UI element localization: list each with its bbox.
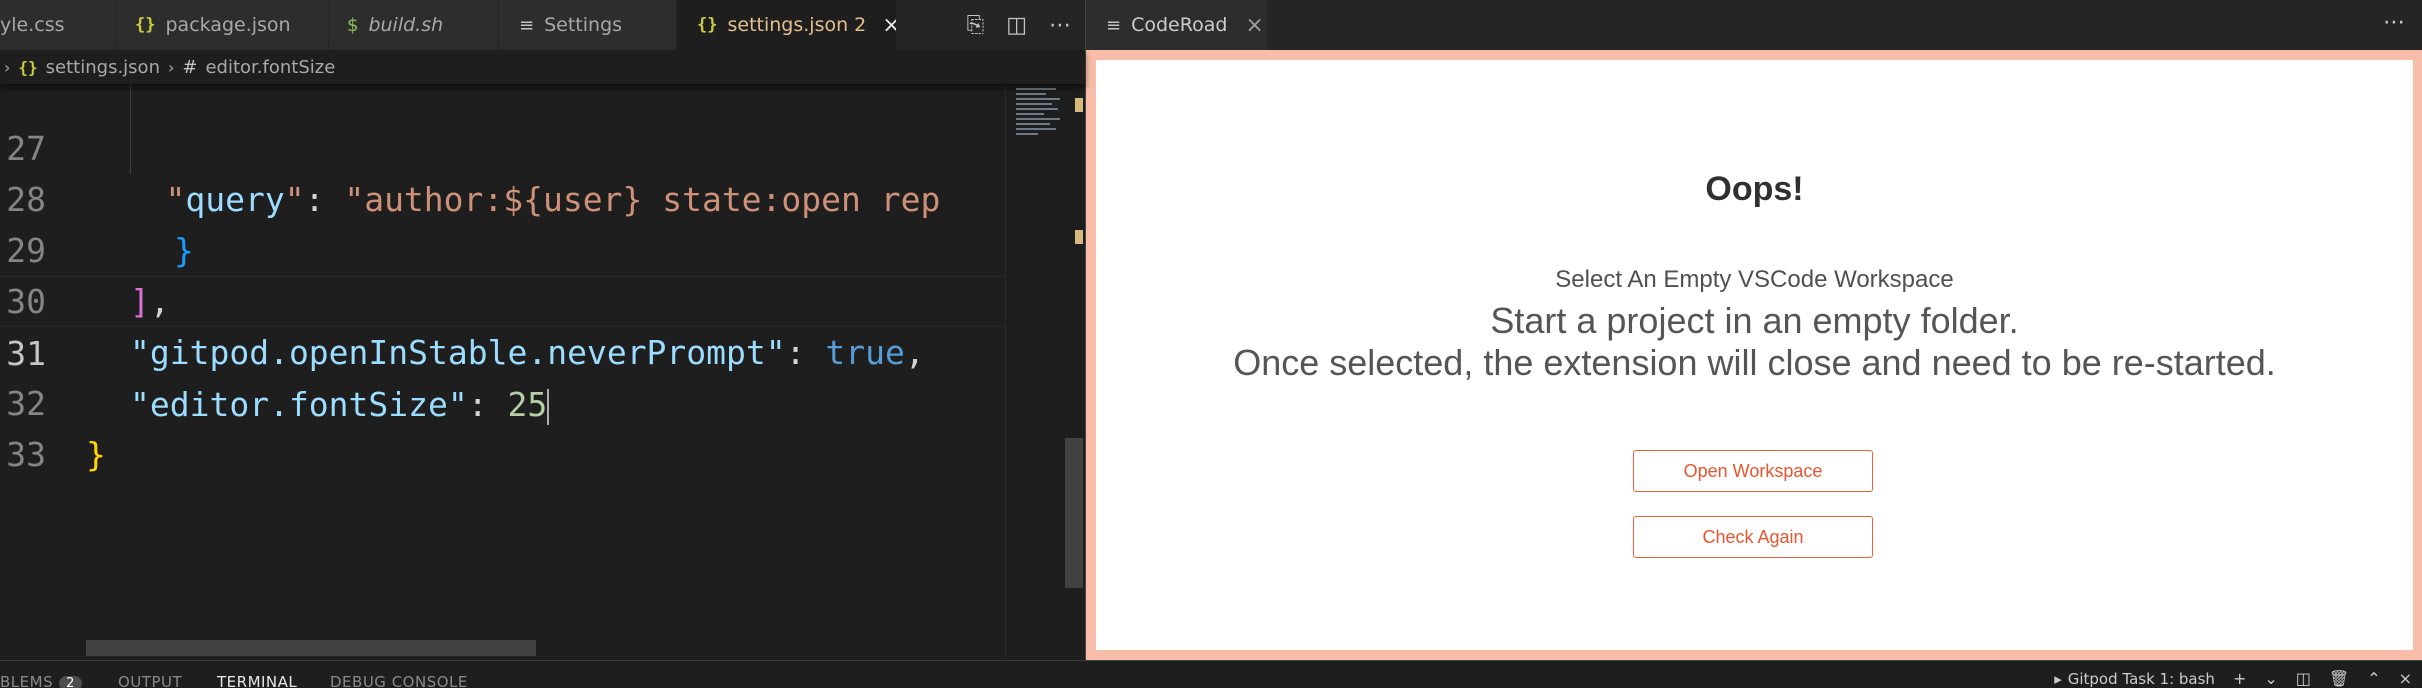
json-file-icon: {} [18, 57, 38, 77]
code-line: 27 "query": "author:${user} state:open r… [0, 84, 1005, 219]
hash-icon: # [182, 56, 198, 78]
left-editor-group: yle.css {} package.json $ build.sh ≡ Set… [0, 0, 1085, 660]
split-editor-icon[interactable]: ◫ [1006, 13, 1027, 38]
json-file-icon: {} [697, 15, 718, 35]
chevron-down-icon[interactable]: ⌄ [2264, 669, 2277, 688]
tab-settings[interactable]: ≡ Settings [499, 0, 677, 50]
trash-icon[interactable]: 🗑 [2329, 669, 2349, 688]
webview-frame: Oops! Select An Empty VSCode Workspace S… [1086, 50, 2422, 660]
code-line: 29 ], [0, 174, 1005, 321]
tab-label: package.json [165, 14, 291, 36]
subtitle: Select An Empty VSCode Workspace [1555, 266, 1954, 293]
close-icon[interactable]: × [882, 13, 896, 38]
panel-actions: ▸ Gitpod Task 1: bash + ⌄ ◫ 🗑 ⌃ × [2054, 669, 2412, 688]
add-terminal-icon[interactable]: + [2233, 669, 2246, 688]
scroll-marker [1075, 230, 1083, 244]
breadcrumb: › {} settings.json › # editor.fontSize [0, 50, 1085, 84]
tab-package-json[interactable]: {} package.json [117, 0, 329, 50]
vscode-window: yle.css {} package.json $ build.sh ≡ Set… [0, 0, 2422, 688]
horizontal-scrollbar[interactable] [86, 640, 536, 656]
panel-tab-bar: BLEMS 2 OUTPUT TERMINAL DEBUG CONSOLE ▸ Gi… [0, 660, 2422, 688]
tab-label: yle.css [0, 14, 65, 36]
coderoad-webview: Oops! Select An Empty VSCode Workspace S… [1096, 60, 2413, 650]
json-file-icon: {} [135, 15, 156, 35]
breadcrumb-symbol[interactable]: editor.fontSize [205, 57, 335, 78]
chevron-right-icon: › [167, 57, 175, 77]
more-actions-icon[interactable]: ⋯ [1049, 13, 1071, 38]
scroll-marker [1075, 98, 1083, 112]
line-number: 33 [6, 435, 46, 474]
message-line-2: Once selected, the extension will close … [1233, 342, 2276, 383]
tab-label: build.sh [368, 14, 444, 36]
shell-file-icon: $ [347, 14, 359, 36]
right-editor-group: ≡ CodeRoad × ⋯ Oops! Select An Empty VSC… [1085, 0, 2422, 660]
tab-output[interactable]: OUTPUT [118, 673, 182, 688]
code-line: 30 "gitpod.openInStable.neverPrompt": tr… [0, 225, 1005, 372]
more-actions-icon[interactable]: ⋯ [2383, 10, 2405, 35]
code-editor[interactable]: 27 "query": "author:${user} state:open r… [0, 84, 1005, 660]
tab-terminal[interactable]: TERMINAL [217, 673, 297, 688]
scroll-thumb[interactable] [1065, 438, 1083, 588]
editor-actions: ⎘ ◫ ⋯ [966, 0, 1085, 50]
code-line: 28 } [0, 123, 1005, 270]
close-icon[interactable]: × [1245, 13, 1263, 38]
code-line-current: 31 "editor.fontSize": 25 [0, 276, 1005, 425]
code-line: 32 } [0, 327, 1005, 474]
terminal-icon: ▸ [2054, 669, 2062, 688]
settings-icon: ≡ [519, 14, 535, 36]
tab-label: settings.json 2 [727, 14, 867, 36]
indent-guide [130, 84, 131, 174]
tab-coderoad[interactable]: ≡ CodeRoad × [1086, 0, 1266, 50]
chevron-up-icon[interactable]: ⌃ [2367, 669, 2380, 688]
left-tab-bar: yle.css {} package.json $ build.sh ≡ Set… [0, 0, 1085, 50]
tab-debug-console[interactable]: DEBUG CONSOLE [330, 673, 468, 688]
tab-style-css[interactable]: yle.css [0, 0, 117, 50]
split-terminal-icon[interactable]: ◫ [2296, 669, 2311, 688]
open-workspace-button[interactable]: Open Workspace [1633, 450, 1873, 492]
message-line-1: Start a project in an empty folder. [1490, 300, 2019, 341]
open-changes-icon[interactable]: ⎘ [967, 13, 985, 38]
vertical-scrollbar[interactable] [1063, 84, 1085, 660]
tab-build-sh[interactable]: $ build.sh [329, 0, 499, 50]
code-line: 33 [0, 378, 1005, 474]
tab-label: CodeRoad [1131, 14, 1228, 36]
tab-settings-json[interactable]: {} settings.json 2 × [677, 0, 897, 50]
right-tab-bar: ≡ CodeRoad × ⋯ [1086, 0, 2422, 50]
breadcrumb-file[interactable]: settings.json [46, 57, 160, 78]
minimap[interactable] [1005, 84, 1063, 660]
tab-label: Settings [544, 14, 623, 36]
close-icon[interactable]: × [2399, 669, 2412, 688]
preview-icon: ≡ [1106, 14, 1122, 36]
chevron-right-icon: › [4, 57, 11, 77]
page-title: Oops! [1705, 170, 1804, 208]
tab-problems[interactable]: BLEMS 2 [0, 673, 82, 688]
terminal-selector[interactable]: ▸ Gitpod Task 1: bash [2054, 670, 2215, 688]
check-again-button[interactable]: Check Again [1633, 516, 1873, 558]
problems-badge: 2 [59, 676, 82, 688]
